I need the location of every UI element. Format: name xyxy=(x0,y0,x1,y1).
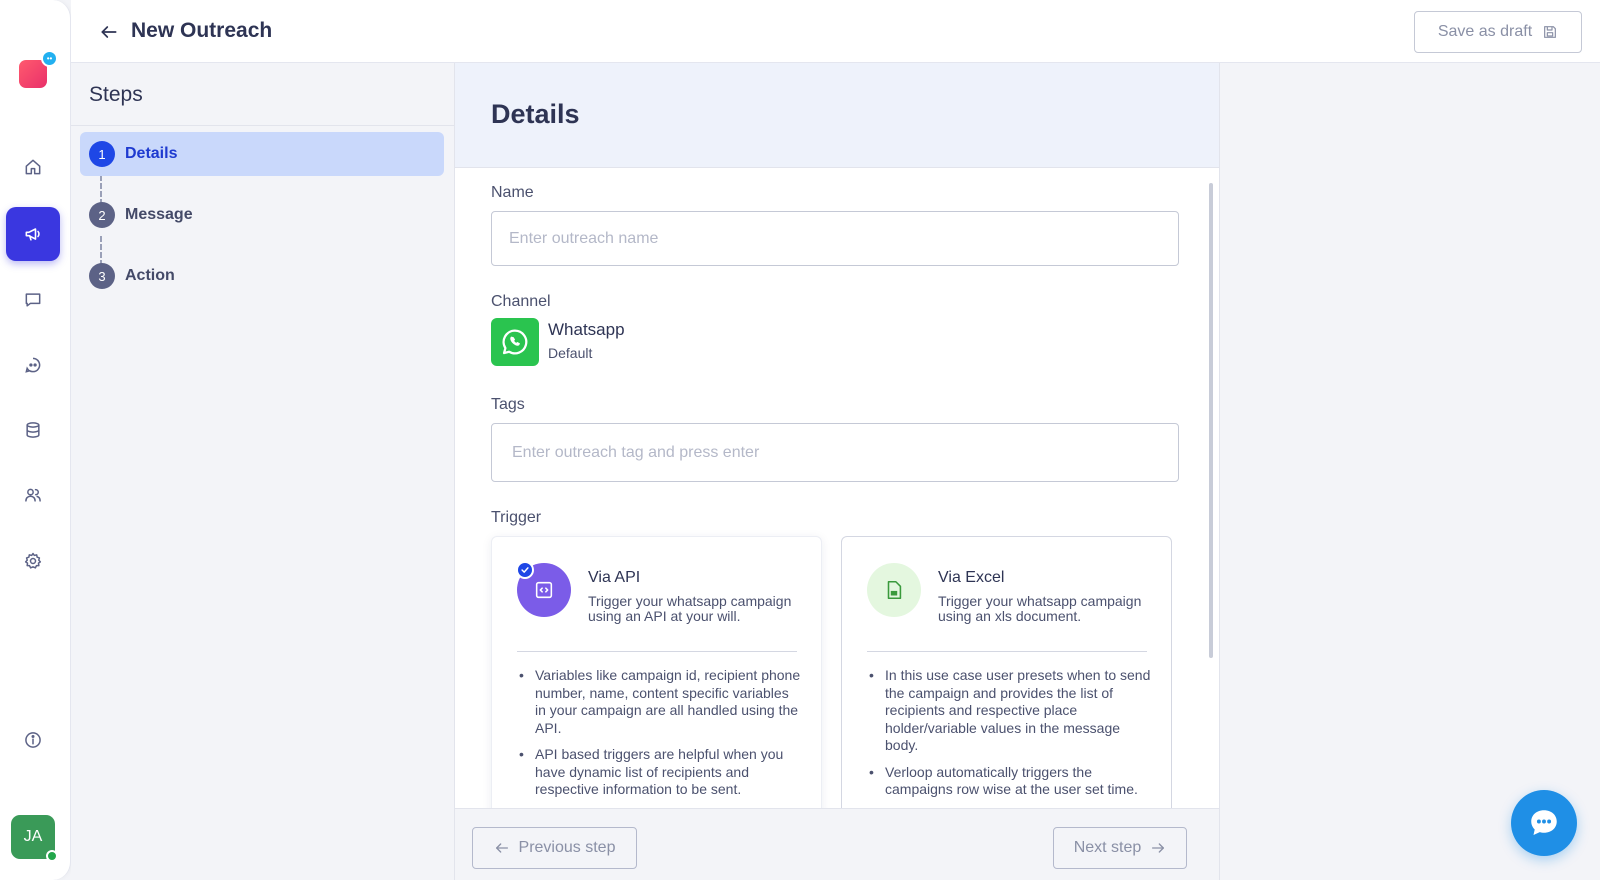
trigger-details-list: Variables like campaign id, recipient ph… xyxy=(517,667,802,808)
details-title: Details xyxy=(491,99,580,129)
rail-data-button[interactable] xyxy=(6,403,60,457)
previous-step-label: Previous step xyxy=(518,839,616,856)
trigger-title: Via API xyxy=(588,569,641,586)
next-step-button[interactable]: Next step xyxy=(1053,827,1187,869)
back-button[interactable] xyxy=(97,20,121,44)
home-icon xyxy=(25,159,41,175)
rail-outreach-button[interactable] xyxy=(6,207,60,261)
step-number: 3 xyxy=(89,263,115,289)
step-label: Details xyxy=(125,145,178,162)
steps-title: Steps xyxy=(89,83,143,106)
notification-badge-icon: •• xyxy=(41,50,58,67)
megaphone-icon xyxy=(25,228,40,241)
arrow-left-icon xyxy=(495,843,508,853)
step-number: 2 xyxy=(89,202,115,228)
details-form: Name Channel Whatsapp Default Tags Trigg… xyxy=(455,168,1219,808)
excel-file-icon xyxy=(867,563,921,617)
channel-default-label: Default xyxy=(548,345,593,361)
arrow-left-icon xyxy=(101,26,117,38)
list-item: In this use case user presets when to se… xyxy=(867,667,1152,755)
list-item: API based triggers are helpful when you … xyxy=(517,746,802,799)
info-icon xyxy=(25,732,41,748)
rail-users-button[interactable] xyxy=(6,468,60,522)
outreach-tags-input[interactable] xyxy=(491,423,1179,482)
bot-icon xyxy=(25,357,41,373)
step-action[interactable]: 3 Action xyxy=(80,254,444,298)
form-footer: Previous step Next step xyxy=(455,808,1219,880)
database-icon xyxy=(26,422,40,438)
list-item: Verloop automatically triggers the campa… xyxy=(867,764,1152,799)
trigger-details-list: In this use case user presets when to se… xyxy=(867,667,1152,808)
chat-icon xyxy=(25,293,41,307)
step-number: 1 xyxy=(89,141,115,167)
trigger-label: Trigger xyxy=(491,509,542,526)
trigger-card-api[interactable]: Via API Trigger your whatsapp campaign u… xyxy=(491,536,822,808)
channel-name: Whatsapp xyxy=(548,320,625,339)
settings-icon xyxy=(24,552,42,569)
tags-label: Tags xyxy=(491,396,525,413)
trigger-divider xyxy=(517,651,797,652)
rail-conversations-button[interactable] xyxy=(6,273,60,327)
trigger-description: Trigger your whatsapp campaign using an … xyxy=(588,593,792,624)
rail-bot-button[interactable] xyxy=(6,338,60,392)
save-draft-label: Save as draft xyxy=(1437,23,1533,40)
channel-label: Channel xyxy=(491,293,551,310)
selected-check-icon xyxy=(516,561,534,579)
details-scrollbar[interactable] xyxy=(1209,183,1213,658)
trigger-title: Via Excel xyxy=(938,569,1005,586)
outreach-name-input[interactable] xyxy=(491,211,1179,266)
previous-step-button[interactable]: Previous step xyxy=(472,827,637,869)
step-label: Message xyxy=(125,206,193,223)
name-label: Name xyxy=(491,184,534,201)
avatar-initials: JA xyxy=(23,828,43,845)
details-header: Details xyxy=(455,63,1219,168)
arrow-right-icon xyxy=(1152,843,1165,853)
steps-divider xyxy=(71,125,454,126)
steps-panel: Steps 1 Details 2 Message 3 Action xyxy=(71,63,454,880)
rail-settings-button[interactable] xyxy=(6,534,60,588)
list-item: Variables like campaign id, recipient ph… xyxy=(517,667,802,737)
step-details[interactable]: 1 Details xyxy=(80,132,444,176)
online-status-indicator xyxy=(46,850,58,862)
details-card: Details Name Channel Whatsapp Default Ta… xyxy=(454,63,1220,880)
whatsapp-icon xyxy=(491,318,539,366)
save-draft-button[interactable]: Save as draft xyxy=(1414,11,1582,53)
left-rail: •• JA xyxy=(0,0,71,880)
step-message[interactable]: 2 Message xyxy=(80,193,444,237)
trigger-description: Trigger your whatsapp campaign using an … xyxy=(938,593,1142,624)
step-label: Action xyxy=(125,267,175,284)
page-header: New Outreach Save as draft xyxy=(71,0,1600,63)
next-step-label: Next step xyxy=(1073,839,1142,856)
chat-widget-button[interactable] xyxy=(1511,790,1577,856)
trigger-divider xyxy=(867,651,1147,652)
rail-home-button[interactable] xyxy=(6,140,60,194)
trigger-card-excel[interactable]: Via Excel Trigger your whatsapp campaign… xyxy=(841,536,1172,808)
users-icon xyxy=(25,488,41,502)
floppy-disk-icon xyxy=(1544,26,1557,38)
chat-bubble-icon xyxy=(1531,810,1557,835)
rail-info-button[interactable] xyxy=(6,713,60,767)
page-title: New Outreach xyxy=(131,19,273,42)
